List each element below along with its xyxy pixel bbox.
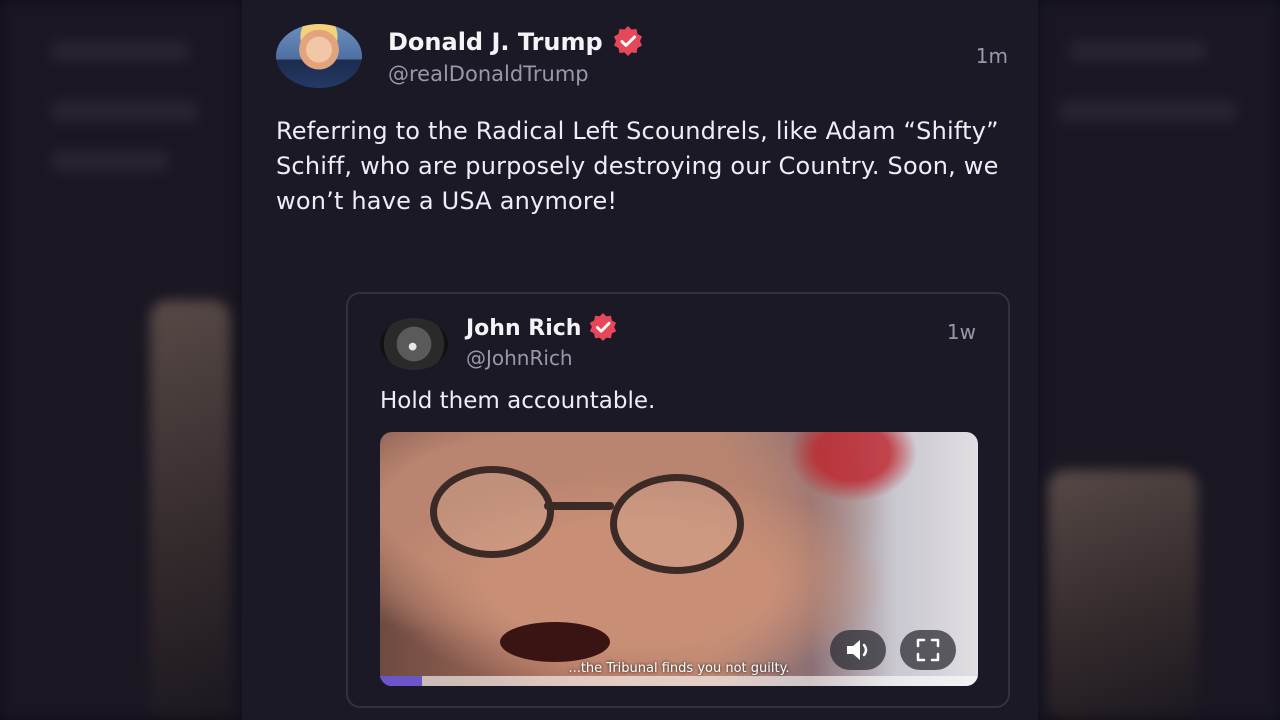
fullscreen-icon: [916, 638, 940, 662]
mute-button[interactable]: [830, 630, 886, 670]
author-name-row[interactable]: Donald J. Trump: [388, 26, 643, 56]
verified-badge-icon: [613, 26, 642, 56]
blur-shape: [50, 40, 190, 62]
blur-shape: [50, 150, 170, 172]
video-frame-detail: [544, 502, 614, 510]
video-frame-detail: [500, 622, 610, 662]
video-progress-fill: [380, 676, 422, 686]
quoted-post-text: Hold them accountable.: [380, 388, 656, 414]
blur-shape: [150, 300, 230, 720]
video-frame-detail: [788, 432, 918, 502]
author-name[interactable]: Donald J. Trump: [388, 28, 603, 56]
quoted-post[interactable]: John Rich @JohnRich 1w Hold them account…: [346, 292, 1010, 708]
video-frame-detail: [430, 466, 554, 558]
quoted-author-avatar[interactable]: [380, 318, 448, 370]
post-timestamp[interactable]: 1m: [976, 44, 1008, 68]
quoted-author-handle[interactable]: @JohnRich: [466, 346, 573, 370]
blur-shape: [50, 100, 200, 122]
video-frame-detail: [610, 474, 744, 574]
verified-badge-icon: [590, 313, 617, 341]
screen: Donald J. Trump @realDonaldTrump 1m Refe…: [0, 0, 1280, 720]
quoted-post-timestamp[interactable]: 1w: [947, 320, 976, 344]
blur-shape: [1068, 40, 1208, 62]
post-card[interactable]: Donald J. Trump @realDonaldTrump 1m Refe…: [242, 0, 1038, 720]
video-caption: ...the Tribunal finds you not guilty.: [568, 661, 790, 676]
blur-shape: [1058, 100, 1238, 122]
blurred-backdrop-left: [0, 0, 242, 720]
blur-shape: [1048, 470, 1198, 720]
blurred-backdrop-right: [1038, 0, 1280, 720]
post-text: Referring to the Radical Left Scoundrels…: [276, 117, 999, 215]
fullscreen-button[interactable]: [900, 630, 956, 670]
author-avatar[interactable]: [276, 24, 362, 88]
video-player[interactable]: ...the Tribunal finds you not guilty.: [380, 432, 978, 686]
author-handle[interactable]: @realDonaldTrump: [388, 62, 589, 86]
quoted-author-name-row[interactable]: John Rich: [466, 313, 617, 341]
video-progress-bar[interactable]: [380, 676, 978, 686]
volume-icon: [847, 640, 868, 660]
quoted-author-name[interactable]: John Rich: [466, 316, 581, 341]
